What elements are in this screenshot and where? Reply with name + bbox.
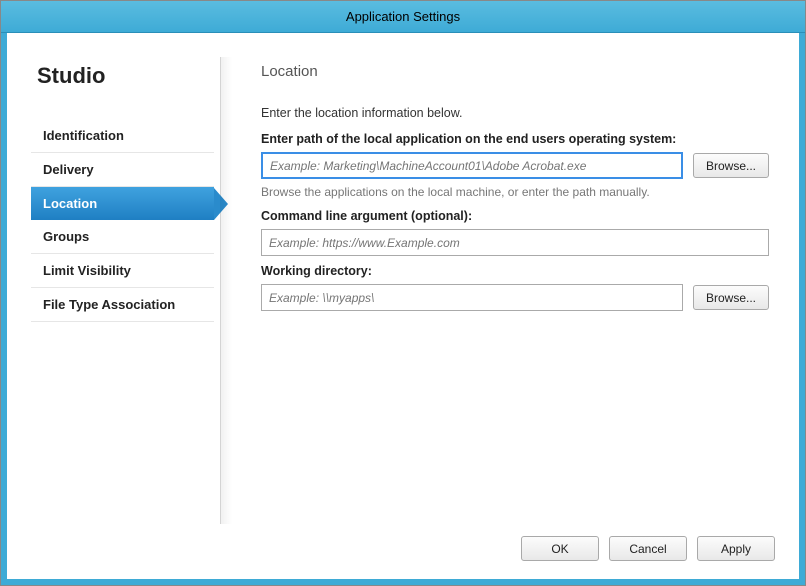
wd-row: Browse... bbox=[261, 284, 769, 311]
window-title: Application Settings bbox=[346, 9, 460, 24]
main-panel: Location Enter the location information … bbox=[221, 57, 775, 524]
path-hint: Browse the applications on the local mac… bbox=[261, 185, 769, 199]
path-label: Enter path of the local application on t… bbox=[261, 132, 769, 146]
sidebar-item-label: File Type Association bbox=[43, 297, 175, 312]
sidebar-item-label: Location bbox=[43, 196, 97, 211]
titlebar: Application Settings bbox=[1, 1, 805, 33]
sidebar-item-groups[interactable]: Groups bbox=[31, 220, 214, 254]
window: Application Settings Studio Identificati… bbox=[0, 0, 806, 586]
sidebar-item-location[interactable]: Location bbox=[31, 187, 214, 220]
cmd-label: Command line argument (optional): bbox=[261, 209, 769, 223]
cancel-button[interactable]: Cancel bbox=[609, 536, 687, 561]
sidebar-item-label: Limit Visibility bbox=[43, 263, 131, 278]
browse-wd-button[interactable]: Browse... bbox=[693, 285, 769, 310]
page-title: Location bbox=[261, 63, 769, 80]
sidebar-item-identification[interactable]: Identification bbox=[31, 119, 214, 153]
ok-button[interactable]: OK bbox=[521, 536, 599, 561]
content-area: Studio Identification Delivery Location … bbox=[31, 57, 775, 524]
sidebar-item-limit-visibility[interactable]: Limit Visibility bbox=[31, 254, 214, 288]
wd-label: Working directory: bbox=[261, 264, 769, 278]
sidebar: Studio Identification Delivery Location … bbox=[31, 57, 221, 524]
dialog-footer: OK Cancel Apply bbox=[31, 524, 775, 561]
browse-path-button[interactable]: Browse... bbox=[693, 153, 769, 178]
sidebar-title: Studio bbox=[31, 63, 214, 119]
cmd-row bbox=[261, 229, 769, 256]
sidebar-item-file-type-association[interactable]: File Type Association bbox=[31, 288, 214, 322]
wd-input[interactable] bbox=[261, 284, 683, 311]
window-inner: Studio Identification Delivery Location … bbox=[1, 33, 805, 585]
sidebar-item-label: Delivery bbox=[43, 162, 94, 177]
intro-text: Enter the location information below. bbox=[261, 106, 769, 120]
path-input[interactable] bbox=[261, 152, 683, 179]
sidebar-item-label: Groups bbox=[43, 229, 89, 244]
sidebar-item-delivery[interactable]: Delivery bbox=[31, 153, 214, 187]
sidebar-item-label: Identification bbox=[43, 128, 124, 143]
path-row: Browse... bbox=[261, 152, 769, 179]
cmd-input[interactable] bbox=[261, 229, 769, 256]
apply-button[interactable]: Apply bbox=[697, 536, 775, 561]
